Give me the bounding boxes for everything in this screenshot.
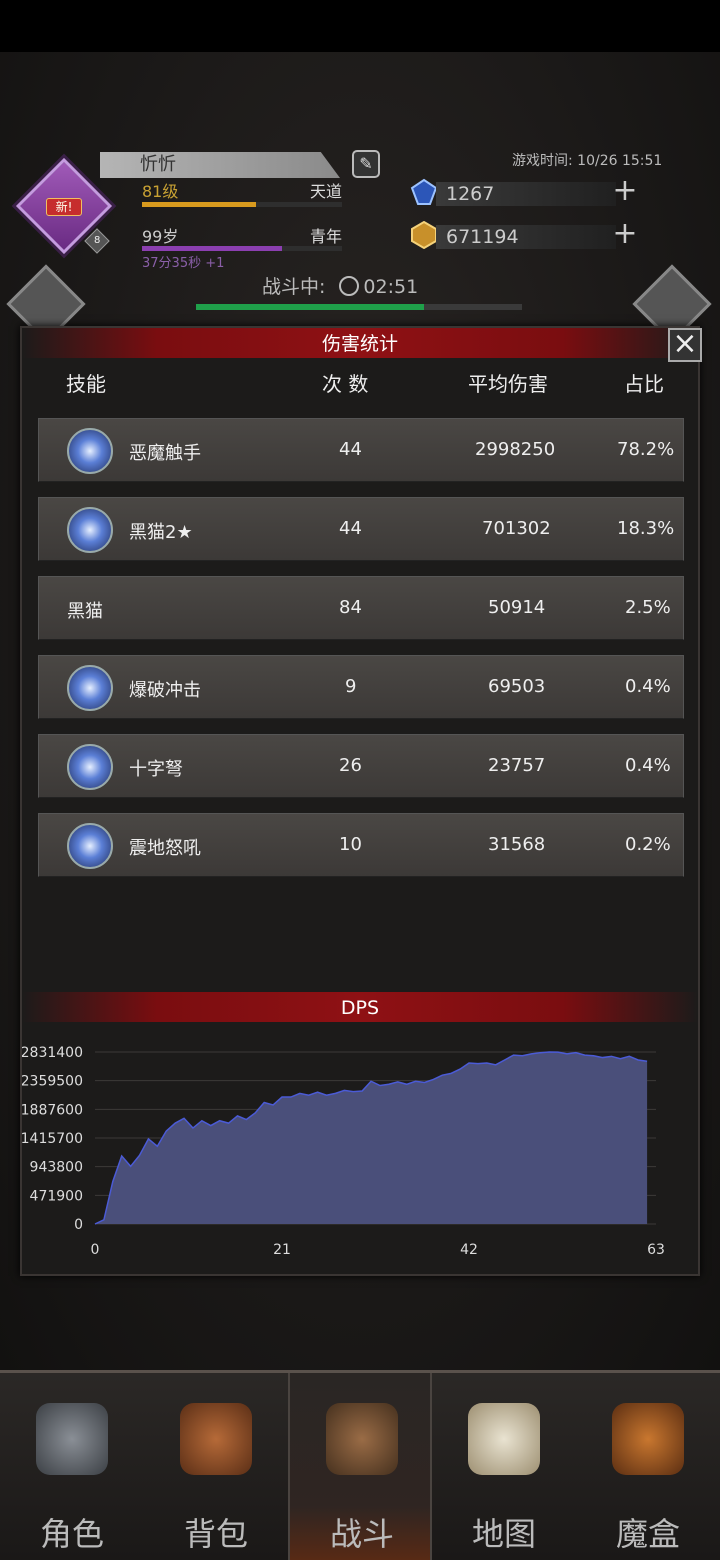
table-row: 震地怒吼 10 31568 0.2% <box>38 813 684 877</box>
skill-ratio: 0.4% <box>625 676 671 697</box>
col-skill: 技能 <box>66 372 106 396</box>
col-count: 次 数 <box>322 372 369 396</box>
player-avatar[interactable]: 新! 8 <box>15 157 113 255</box>
x-tick-label: 21 <box>273 1242 291 1258</box>
age-stage-text: 青年 <box>309 227 342 246</box>
sword-icon <box>67 507 113 553</box>
gold-currency: 671194 + <box>410 219 640 251</box>
y-tick-label: 0 <box>74 1217 83 1233</box>
table-row: 十字弩 26 23757 0.4% <box>38 734 684 798</box>
skill-avg-damage: 2998250 <box>475 439 556 460</box>
dps-chart: 0 471900 943800 1415700 1887600 2359500 283140… <box>22 1045 665 1258</box>
nav-role[interactable]: 角色 <box>0 1373 144 1560</box>
table-row: 黑猫2★ 44 701302 18.3% <box>38 497 684 561</box>
skill-count: 44 <box>339 518 362 539</box>
roar-icon <box>67 823 113 869</box>
skill-avg-damage: 701302 <box>482 518 551 539</box>
x-tick-label: 42 <box>460 1242 478 1258</box>
lifespan-timer: 37分35秒 +1 <box>142 256 225 271</box>
gold-count: 671194 <box>436 225 616 249</box>
nav-map[interactable]: 地图 <box>432 1373 576 1560</box>
level-progress <box>142 202 342 207</box>
gem-currency: 1267 + <box>410 176 640 208</box>
bottom-nav: 角色 背包 战斗 地图 魔盒 <box>0 1370 720 1560</box>
skill-ratio: 0.2% <box>625 834 671 855</box>
panel-title: 伤害统计 <box>22 328 698 358</box>
skill-ratio: 18.3% <box>617 518 675 539</box>
add-gems-button[interactable]: + <box>612 176 638 206</box>
avatar-level-badge: 8 <box>84 228 110 254</box>
y-tick-label: 943800 <box>30 1160 83 1176</box>
blast-icon <box>67 665 113 711</box>
nav-backpack[interactable]: 背包 <box>144 1373 288 1560</box>
skill-count: 10 <box>339 834 362 855</box>
clock-icon <box>339 276 360 296</box>
player-name: 忻忻 <box>100 152 340 178</box>
magic-box-icon <box>612 1403 684 1475</box>
table-row: 恶魔触手 44 2998250 78.2% <box>38 418 684 482</box>
edit-name-icon[interactable]: ✎ <box>352 150 380 178</box>
x-tick-label: 63 <box>647 1242 665 1258</box>
realm-text: 天道 <box>309 182 342 201</box>
gold-icon <box>411 221 437 249</box>
nav-battle[interactable]: 战斗 <box>288 1373 432 1560</box>
skill-count: 84 <box>339 597 362 618</box>
dps-area <box>95 1052 648 1224</box>
y-tick-label: 471900 <box>30 1188 83 1204</box>
y-tick-label: 1415700 <box>22 1131 83 1147</box>
skill-avg-damage: 69503 <box>488 676 546 697</box>
col-avg-damage: 平均伤害 <box>468 372 548 396</box>
battle-label: 战斗中: <box>262 276 326 298</box>
skill-avg-damage: 23757 <box>488 755 546 776</box>
damage-stats-panel: 伤害统计 × 技能 次 数 平均伤害 占比 恶魔触手 44 2998250 78… <box>20 326 702 1276</box>
gem-count: 1267 <box>436 182 616 206</box>
nav-label: 战斗 <box>329 1515 394 1553</box>
skill-count: 9 <box>345 676 357 697</box>
dps-title: DPS <box>22 992 698 1022</box>
demon-tentacle-icon <box>67 428 113 474</box>
skill-ratio: 78.2% <box>617 439 675 460</box>
crossbow-icon <box>67 744 113 790</box>
skill-avg-damage: 31568 <box>488 834 546 855</box>
skill-name: 恶魔触手 <box>129 443 201 464</box>
battle-timer: 02:51 <box>363 276 419 298</box>
col-ratio: 占比 <box>624 372 664 396</box>
status-bar-area <box>0 0 720 52</box>
skill-count: 44 <box>339 439 362 460</box>
y-tick-label: 1887600 <box>22 1102 83 1118</box>
skill-name: 黑猫2★ <box>129 522 193 543</box>
add-gold-button[interactable]: + <box>612 219 638 249</box>
new-badge: 新! <box>46 198 82 216</box>
table-row: 爆破冲击 9 69503 0.4% <box>38 655 684 719</box>
y-tick-label: 2831400 <box>22 1045 83 1061</box>
nav-label: 魔盒 <box>615 1515 680 1553</box>
skill-avg-damage: 50914 <box>488 597 546 618</box>
skill-name: 爆破冲击 <box>129 680 201 701</box>
game-time: 游戏时间: 10/26 15:51 <box>512 153 663 169</box>
age-text: 99岁 <box>142 227 179 246</box>
nav-label: 地图 <box>471 1515 536 1553</box>
skill-name: 震地怒吼 <box>129 838 201 859</box>
backpack-icon <box>180 1403 252 1475</box>
close-button[interactable]: × <box>668 328 702 362</box>
skill-ratio: 0.4% <box>625 755 671 776</box>
helmet-icon <box>36 1403 108 1475</box>
skill-name: 黑猫 <box>67 601 103 622</box>
skill-ratio: 2.5% <box>625 597 671 618</box>
age-progress <box>142 246 342 251</box>
nav-label: 角色 <box>39 1515 104 1553</box>
nav-label: 背包 <box>183 1515 248 1553</box>
battle-progress <box>196 304 522 310</box>
y-tick-label: 2359500 <box>22 1074 83 1090</box>
x-tick-label: 0 <box>91 1242 100 1258</box>
scroll-map-icon <box>468 1403 540 1475</box>
table-row: 黑猫 84 50914 2.5% <box>38 576 684 640</box>
shield-sword-icon <box>326 1403 398 1475</box>
battle-status: 战斗中: 02:51 <box>262 272 418 299</box>
skill-name: 十字弩 <box>129 759 183 780</box>
nav-magic-box[interactable]: 魔盒 <box>576 1373 720 1560</box>
level-text: 81级 <box>142 182 179 201</box>
skill-count: 26 <box>339 755 362 776</box>
gem-icon <box>410 178 438 205</box>
